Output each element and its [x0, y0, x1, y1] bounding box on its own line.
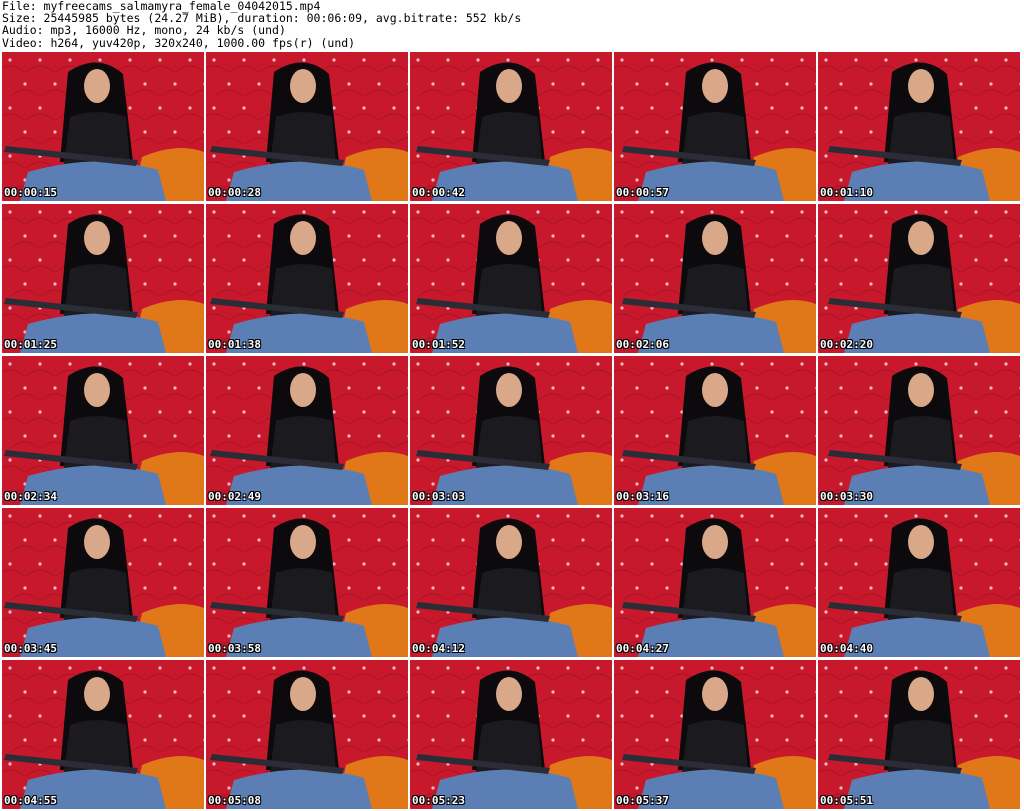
timestamp-label: 00:03:58 — [208, 642, 261, 655]
video-thumbnail: 00:05:08 — [206, 660, 408, 809]
video-thumbnail: 00:04:12 — [410, 508, 612, 657]
thumbnail-frame — [818, 660, 1020, 809]
video-thumbnail: 00:03:16 — [614, 356, 816, 505]
video-thumbnail: 00:03:30 — [818, 356, 1020, 505]
thumbnail-frame — [206, 508, 408, 657]
thumbnail-frame — [206, 52, 408, 201]
timestamp-label: 00:00:42 — [412, 186, 465, 199]
thumbnail-frame — [818, 356, 1020, 505]
thumbnail-frame — [410, 508, 612, 657]
timestamp-label: 00:02:34 — [4, 490, 57, 503]
thumbnail-frame — [206, 204, 408, 353]
thumbnail-frame — [614, 660, 816, 809]
timestamp-label: 00:03:30 — [820, 490, 873, 503]
timestamp-label: 00:02:49 — [208, 490, 261, 503]
video-thumbnail: 00:05:23 — [410, 660, 612, 809]
video-thumbnail: 00:05:37 — [614, 660, 816, 809]
video-thumbnail: 00:02:49 — [206, 356, 408, 505]
timestamp-label: 00:03:45 — [4, 642, 57, 655]
timestamp-label: 00:02:06 — [616, 338, 669, 351]
timestamp-label: 00:00:28 — [208, 186, 261, 199]
thumbnail-frame — [2, 52, 204, 201]
thumbnail-frame — [2, 508, 204, 657]
timestamp-label: 00:01:38 — [208, 338, 261, 351]
video-thumbnail: 00:05:51 — [818, 660, 1020, 809]
video-thumbnail: 00:01:52 — [410, 204, 612, 353]
timestamp-label: 00:05:51 — [820, 794, 873, 807]
thumbnail-frame — [206, 356, 408, 505]
timestamp-label: 00:00:57 — [616, 186, 669, 199]
thumbnail-frame — [206, 660, 408, 809]
video-thumbnail: 00:01:38 — [206, 204, 408, 353]
timestamp-label: 00:04:12 — [412, 642, 465, 655]
timestamp-label: 00:04:27 — [616, 642, 669, 655]
timestamp-label: 00:03:16 — [616, 490, 669, 503]
video-thumbnail: 00:00:42 — [410, 52, 612, 201]
video-thumbnail: 00:01:25 — [2, 204, 204, 353]
timestamp-label: 00:05:08 — [208, 794, 261, 807]
video-thumbnail: 00:04:55 — [2, 660, 204, 809]
timestamp-label: 00:01:10 — [820, 186, 873, 199]
timestamp-label: 00:05:37 — [616, 794, 669, 807]
timestamp-label: 00:01:25 — [4, 338, 57, 351]
video-thumbnail: 00:02:20 — [818, 204, 1020, 353]
timestamp-label: 00:00:15 — [4, 186, 57, 199]
timestamp-label: 00:03:03 — [412, 490, 465, 503]
video-thumbnail: 00:03:58 — [206, 508, 408, 657]
video-thumbnail: 00:02:34 — [2, 356, 204, 505]
thumbnail-frame — [614, 356, 816, 505]
video-thumbnail: 00:04:40 — [818, 508, 1020, 657]
thumbnail-grid: 00:00:15 00:00:28 00:00:42 00:00:57 00:0… — [2, 52, 1020, 809]
audio-info-line: Audio: mp3, 16000 Hz, mono, 24 kb/s (und… — [2, 23, 286, 38]
timestamp-label: 00:01:52 — [412, 338, 465, 351]
timestamp-label: 00:02:20 — [820, 338, 873, 351]
thumbnail-frame — [818, 204, 1020, 353]
video-thumbnail: 00:03:03 — [410, 356, 612, 505]
video-thumbnail: 00:00:57 — [614, 52, 816, 201]
thumbnail-frame — [2, 660, 204, 809]
video-thumbnail: 00:03:45 — [2, 508, 204, 657]
thumbnail-frame — [410, 356, 612, 505]
file-info-header: File: myfreecams_salmamyra_female_040420… — [2, 0, 1022, 50]
thumbnail-frame — [818, 508, 1020, 657]
thumbnail-frame — [614, 508, 816, 657]
thumbnail-frame — [818, 52, 1020, 201]
timestamp-label: 00:05:23 — [412, 794, 465, 807]
video-thumbnail: 00:00:28 — [206, 52, 408, 201]
video-thumbnail: 00:04:27 — [614, 508, 816, 657]
thumbnail-frame — [614, 52, 816, 201]
video-thumbnail: 00:00:15 — [2, 52, 204, 201]
video-thumbnail: 00:02:06 — [614, 204, 816, 353]
thumbnail-frame — [2, 204, 204, 353]
timestamp-label: 00:04:40 — [820, 642, 873, 655]
thumbnail-frame — [410, 52, 612, 201]
video-thumbnail: 00:01:10 — [818, 52, 1020, 201]
thumbnail-frame — [2, 356, 204, 505]
video-info-line: Video: h264, yuv420p, 320x240, 1000.00 f… — [2, 35, 356, 50]
thumbnail-frame — [410, 660, 612, 809]
timestamp-label: 00:04:55 — [4, 794, 57, 807]
thumbnail-frame — [614, 204, 816, 353]
thumbnail-frame — [410, 204, 612, 353]
